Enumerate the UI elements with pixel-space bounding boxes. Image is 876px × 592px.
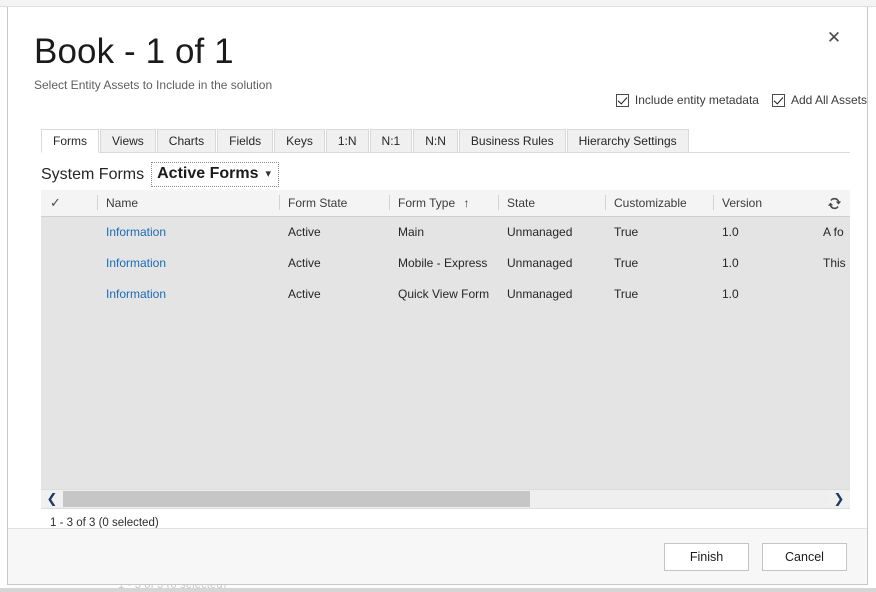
cell-form-state: Active: [288, 217, 388, 248]
cell-state: Unmanaged: [507, 217, 607, 248]
column-header-state[interactable]: State: [507, 190, 535, 216]
cell-version: 1.0: [722, 279, 812, 310]
column-divider: [279, 195, 280, 210]
add-all-assets-label: Add All Assets: [791, 93, 867, 107]
column-header-label: State: [507, 196, 535, 210]
cell-state: Unmanaged: [507, 248, 607, 279]
system-forms-label: System Forms: [41, 166, 144, 184]
cell-form-type: Quick View Form: [398, 279, 508, 310]
page-subtitle: Select Entity Assets to Include in the s…: [34, 78, 868, 92]
cell-customizable: True: [614, 248, 714, 279]
checkbox-icon: [772, 94, 785, 107]
background-top-band: [0, 0, 876, 7]
tab-views[interactable]: Views: [100, 129, 156, 152]
cell-description: A fo: [823, 217, 850, 248]
tab-many-to-many[interactable]: N:N: [413, 129, 458, 152]
tab-hierarchy-settings[interactable]: Hierarchy Settings: [567, 129, 689, 152]
chevron-right-icon[interactable]: ❯: [828, 490, 850, 508]
column-divider: [97, 195, 98, 210]
tab-many-to-one[interactable]: N:1: [370, 129, 413, 152]
cell-description: This: [823, 248, 850, 279]
column-divider: [498, 195, 499, 210]
sort-ascending-icon: ↑: [463, 196, 469, 210]
cell-version: 1.0: [722, 248, 812, 279]
column-divider: [389, 195, 390, 210]
tab-one-to-many[interactable]: 1:N: [326, 129, 369, 152]
cell-name[interactable]: Information: [106, 279, 281, 310]
header-options: Include entity metadata Add All Assets: [616, 93, 867, 107]
checkbox-icon: [616, 94, 629, 107]
cell-state: Unmanaged: [507, 279, 607, 310]
include-entity-metadata-checkbox[interactable]: Include entity metadata: [616, 93, 759, 107]
cell-version: 1.0: [722, 217, 812, 248]
column-header-name[interactable]: Name: [106, 190, 138, 216]
scrollbar-track[interactable]: [63, 490, 828, 508]
tab-charts[interactable]: Charts: [157, 129, 216, 152]
column-divider: [713, 195, 714, 210]
refresh-icon[interactable]: [827, 196, 842, 211]
grid-body: Information Active Main Unmanaged True 1…: [41, 217, 850, 489]
dialog-header: Book - 1 of 1 Select Entity Assets to In…: [8, 7, 868, 92]
table-row[interactable]: Information Active Mobile - Express Unma…: [41, 248, 850, 279]
column-divider: [605, 195, 606, 210]
table-row[interactable]: Information Active Main Unmanaged True 1…: [41, 217, 850, 248]
grid-header-row: ✓ Name Form State Form Type ↑ State Cust…: [41, 190, 850, 217]
column-header-customizable[interactable]: Customizable: [614, 190, 687, 216]
horizontal-scrollbar[interactable]: ❮ ❯: [41, 489, 850, 508]
tab-keys[interactable]: Keys: [274, 129, 325, 152]
cell-customizable: True: [614, 279, 714, 310]
column-header-form-state[interactable]: Form State: [288, 190, 347, 216]
chevron-down-icon: ▾: [266, 169, 272, 180]
finish-button[interactable]: Finish: [664, 543, 749, 571]
cell-name[interactable]: Information: [106, 248, 281, 279]
cell-name[interactable]: Information: [106, 217, 281, 248]
forms-grid: ✓ Name Form State Form Type ↑ State Cust…: [41, 190, 850, 537]
column-header-label: Name: [106, 196, 138, 210]
scrollbar-thumb[interactable]: [63, 491, 530, 507]
cell-customizable: True: [614, 217, 714, 248]
cell-description: [823, 279, 850, 310]
dialog-footer: Finish Cancel: [8, 528, 867, 584]
select-all-checkmark-icon[interactable]: ✓: [50, 190, 72, 216]
view-selector-bar: System Forms Active Forms ▾: [41, 162, 279, 187]
cell-form-state: Active: [288, 248, 388, 279]
column-header-label: Form Type: [398, 196, 455, 210]
tab-forms[interactable]: Forms: [41, 129, 99, 153]
background-bottom-rule: [0, 588, 876, 592]
table-row[interactable]: Information Active Quick View Form Unman…: [41, 279, 850, 310]
tab-fields[interactable]: Fields: [217, 129, 273, 152]
column-header-label: Version: [722, 196, 762, 210]
view-selector-dropdown[interactable]: Active Forms ▾: [151, 162, 279, 187]
solution-asset-dialog: ✕ Book - 1 of 1 Select Entity Assets to …: [7, 7, 868, 585]
column-header-label: Form State: [288, 196, 347, 210]
cancel-button[interactable]: Cancel: [762, 543, 847, 571]
view-selector-value: Active Forms: [157, 165, 258, 183]
column-header-label: Customizable: [614, 196, 687, 210]
cell-form-state: Active: [288, 279, 388, 310]
tab-business-rules[interactable]: Business Rules: [459, 129, 566, 152]
cell-form-type: Main: [398, 217, 498, 248]
add-all-assets-checkbox[interactable]: Add All Assets: [772, 93, 867, 107]
tab-strip: Forms Views Charts Fields Keys 1:N N:1 N…: [41, 128, 850, 153]
include-entity-metadata-label: Include entity metadata: [635, 93, 759, 107]
chevron-left-icon[interactable]: ❮: [41, 490, 63, 508]
column-header-version[interactable]: Version: [722, 190, 762, 216]
cell-form-type: Mobile - Express: [398, 248, 498, 279]
page-title: Book - 1 of 1: [34, 33, 868, 72]
column-header-form-type[interactable]: Form Type ↑: [398, 190, 469, 216]
